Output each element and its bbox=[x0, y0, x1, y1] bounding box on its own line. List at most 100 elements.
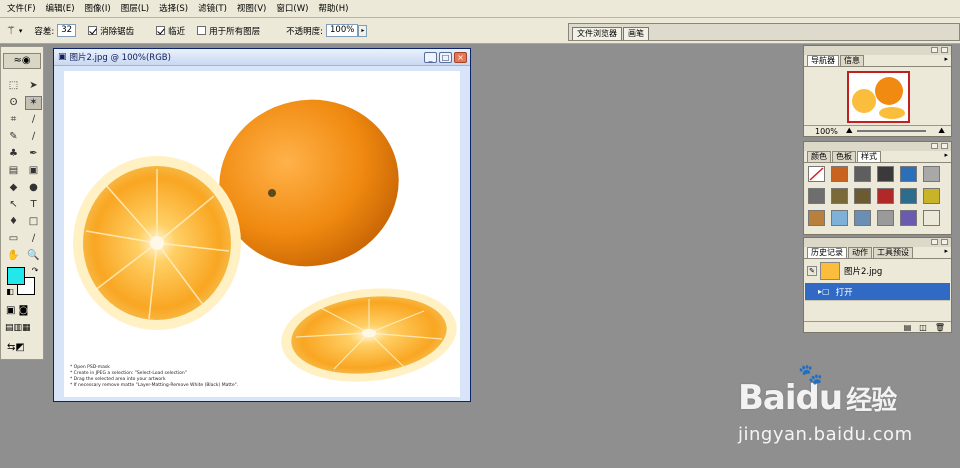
all-layers-checkbox[interactable]: 用于所有图层 bbox=[197, 25, 260, 37]
zoom-out-icon[interactable]: ⛰ bbox=[846, 126, 853, 136]
healing-brush-icon[interactable]: ✎ bbox=[5, 130, 22, 144]
history-state-slider-icon[interactable]: ▸▢ bbox=[818, 287, 830, 296]
panel-menu-icon[interactable]: ▸ bbox=[944, 247, 948, 255]
history-snapshot[interactable]: ✎ 图片2.jpg bbox=[804, 259, 951, 283]
tab-styles[interactable]: 样式 bbox=[857, 151, 881, 162]
style-swatch[interactable] bbox=[854, 188, 871, 204]
new-snapshot-icon[interactable]: ◫ bbox=[919, 323, 927, 332]
style-swatch[interactable] bbox=[854, 210, 871, 226]
panel-menu-icon[interactable]: ▸ bbox=[944, 151, 948, 159]
magic-wand-tool-icon[interactable]: ✶ bbox=[25, 96, 42, 110]
document-titlebar[interactable]: ▣ 图片2.jpg @ 100%(RGB) _ □ × bbox=[54, 49, 470, 66]
opacity-dropdown-icon[interactable]: ▸ bbox=[358, 24, 368, 37]
zoom-in-icon[interactable]: ⛰ bbox=[938, 126, 945, 136]
eyedropper-icon[interactable]: ∕ bbox=[25, 232, 42, 246]
tab-history[interactable]: 历史记录 bbox=[807, 247, 847, 258]
style-swatch[interactable] bbox=[877, 188, 894, 204]
quickmask-mode-icons[interactable]: ▣ ◙ bbox=[6, 305, 28, 316]
contiguous-checkbox[interactable]: 临近 bbox=[156, 25, 185, 37]
style-swatch[interactable] bbox=[900, 210, 917, 226]
menu-layer[interactable]: 图层(L) bbox=[116, 0, 154, 18]
style-swatch[interactable] bbox=[923, 188, 940, 204]
brush-tool-icon[interactable]: ∕ bbox=[25, 130, 42, 144]
navigator-preview[interactable] bbox=[847, 71, 910, 123]
style-swatch[interactable] bbox=[900, 188, 917, 204]
marquee-tool-icon[interactable]: ⬚ bbox=[5, 79, 22, 93]
hand-tool-icon[interactable]: ✋ bbox=[5, 249, 22, 263]
style-swatch[interactable] bbox=[877, 166, 894, 182]
notes-tool-icon[interactable]: ▭ bbox=[5, 232, 22, 246]
zoom-value[interactable]: 100% bbox=[815, 127, 838, 136]
slice-tool-icon[interactable]: ∕ bbox=[25, 113, 42, 127]
new-document-from-state-icon[interactable]: ▤ bbox=[904, 323, 912, 332]
tolerance-input[interactable]: 32 bbox=[57, 24, 77, 37]
menu-edit[interactable]: 编辑(E) bbox=[41, 0, 80, 18]
style-swatch[interactable] bbox=[808, 210, 825, 226]
tab-navigator[interactable]: 导航器 bbox=[807, 55, 839, 66]
pen-tool-icon[interactable]: ♦ bbox=[5, 215, 22, 229]
menu-window[interactable]: 窗口(W) bbox=[271, 0, 313, 18]
tab-swatches[interactable]: 色板 bbox=[832, 151, 856, 162]
panel-titlebar[interactable] bbox=[804, 238, 951, 247]
move-tool-icon[interactable]: ➤ bbox=[25, 79, 42, 93]
menu-filter[interactable]: 滤镜(T) bbox=[193, 0, 232, 18]
style-swatch[interactable] bbox=[831, 188, 848, 204]
tool-preset-picker[interactable]: ⚚ ▾ bbox=[6, 24, 22, 37]
opacity-input[interactable]: 100% bbox=[326, 24, 359, 37]
menu-select[interactable]: 选择(S) bbox=[154, 0, 193, 18]
style-none-swatch[interactable] bbox=[808, 166, 825, 182]
panel-titlebar[interactable] bbox=[804, 46, 951, 55]
tab-file-browser[interactable]: 文件浏览器 bbox=[572, 27, 622, 40]
style-swatch[interactable] bbox=[808, 188, 825, 204]
menu-file[interactable]: 文件(F) bbox=[2, 0, 41, 18]
history-brush-source-icon[interactable]: ✎ bbox=[807, 266, 817, 276]
antialias-checkbox[interactable]: 消除锯齿 bbox=[88, 25, 134, 37]
crop-tool-icon[interactable]: ⌗ bbox=[5, 113, 22, 127]
zoom-slider[interactable] bbox=[856, 130, 927, 132]
shape-tool-icon[interactable]: □ bbox=[25, 215, 42, 229]
panel-menu-icon[interactable]: ▸ bbox=[944, 55, 948, 63]
tab-color[interactable]: 颜色 bbox=[807, 151, 831, 162]
menu-view[interactable]: 视图(V) bbox=[232, 0, 271, 18]
menu-image[interactable]: 图像(I) bbox=[80, 0, 116, 18]
swap-colors-icon[interactable]: ↷ bbox=[30, 266, 40, 276]
jump-to-imageready-icon[interactable]: ⇆◩ bbox=[7, 342, 25, 353]
type-tool-icon[interactable]: T bbox=[25, 198, 42, 212]
history-brush-icon[interactable]: ✒ bbox=[25, 147, 42, 161]
clone-stamp-icon[interactable]: ♣ bbox=[5, 147, 22, 161]
tab-info[interactable]: 信息 bbox=[840, 55, 864, 66]
close-icon[interactable]: × bbox=[454, 51, 467, 63]
panel-close-icon[interactable] bbox=[941, 47, 948, 53]
style-swatch[interactable] bbox=[923, 210, 940, 226]
style-swatch[interactable] bbox=[831, 166, 848, 182]
delete-icon[interactable]: 🗑 bbox=[935, 323, 945, 332]
tab-tool-presets[interactable]: 工具预设 bbox=[873, 247, 913, 258]
eraser-tool-icon[interactable]: ▤ bbox=[5, 164, 22, 178]
panel-minimize-icon[interactable] bbox=[931, 239, 938, 245]
screen-mode-icons[interactable]: ▤▥▦ bbox=[5, 323, 31, 333]
panel-titlebar[interactable] bbox=[804, 142, 951, 151]
style-swatch[interactable] bbox=[923, 166, 940, 182]
foreground-color-swatch[interactable] bbox=[7, 267, 25, 285]
style-swatch[interactable] bbox=[831, 210, 848, 226]
panel-minimize-icon[interactable] bbox=[931, 143, 938, 149]
toolbox-header-logo[interactable]: ≈◉ bbox=[3, 53, 41, 69]
zoom-tool-icon[interactable]: 🔍 bbox=[25, 249, 42, 263]
style-swatch[interactable] bbox=[877, 210, 894, 226]
panel-minimize-icon[interactable] bbox=[931, 47, 938, 53]
lasso-tool-icon[interactable]: ʘ bbox=[5, 96, 22, 110]
dodge-tool-icon[interactable]: ● bbox=[25, 181, 42, 195]
tab-brushes[interactable]: 画笔 bbox=[623, 27, 649, 40]
style-swatch[interactable] bbox=[900, 166, 917, 182]
panel-close-icon[interactable] bbox=[941, 143, 948, 149]
history-step-selected[interactable]: ▸▢ 打开 bbox=[805, 283, 950, 301]
tab-actions[interactable]: 动作 bbox=[848, 247, 872, 258]
minimize-icon[interactable]: _ bbox=[424, 51, 437, 63]
menu-help[interactable]: 帮助(H) bbox=[313, 0, 353, 18]
blur-tool-icon[interactable]: ◆ bbox=[5, 181, 22, 195]
panel-close-icon[interactable] bbox=[941, 239, 948, 245]
maximize-icon[interactable]: □ bbox=[439, 51, 452, 63]
path-selection-icon[interactable]: ↖ bbox=[5, 198, 22, 212]
style-swatch[interactable] bbox=[854, 166, 871, 182]
image-canvas[interactable]: * Open PSD-mask * Create in JPEG a selec… bbox=[64, 71, 460, 397]
